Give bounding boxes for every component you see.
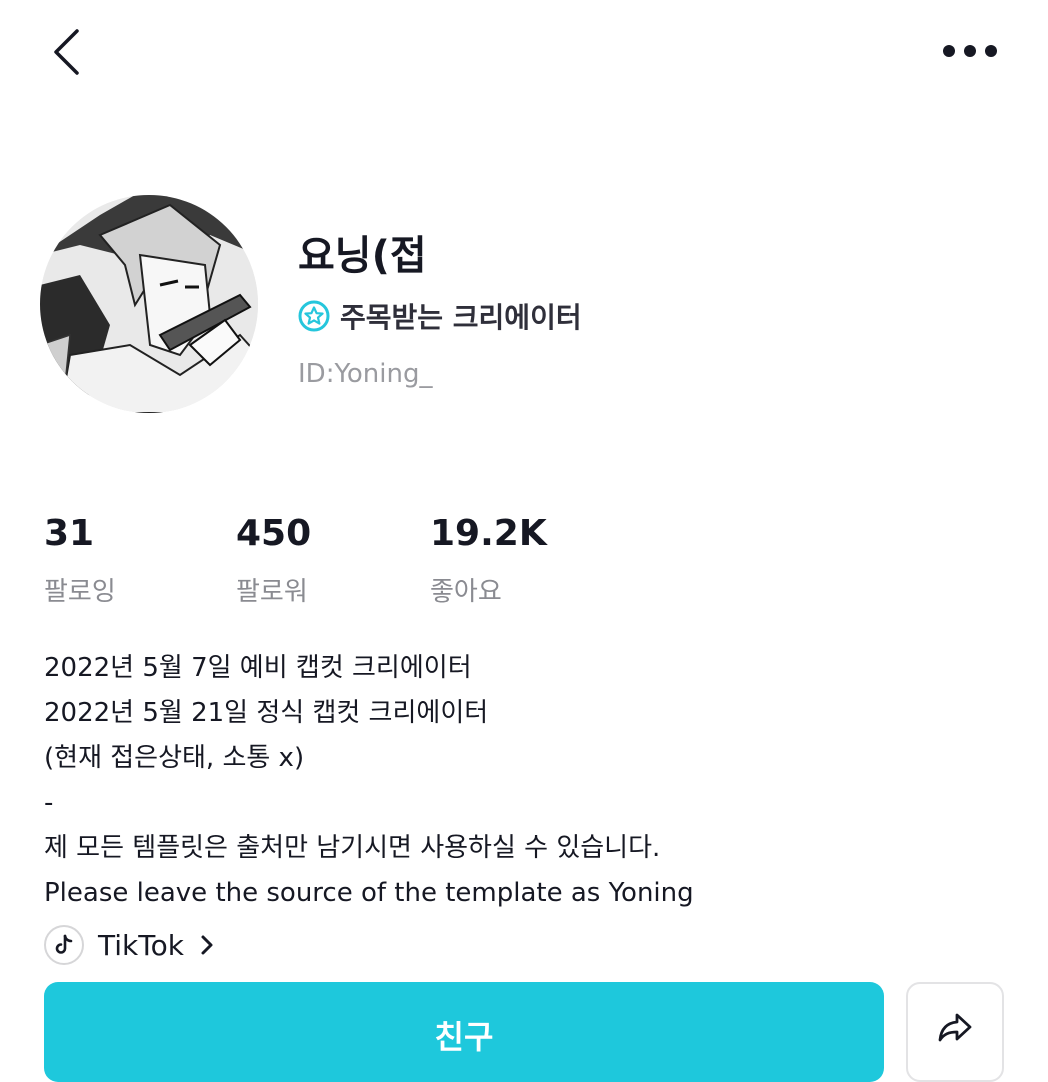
likes-label: 좋아요 <box>430 577 502 607</box>
tiktok-icon <box>44 925 84 965</box>
followers-label: 팔로워 <box>236 577 308 607</box>
friend-button-label: 친구 <box>434 1018 494 1056</box>
following-label: 팔로잉 <box>44 577 116 607</box>
more-horizontal-icon <box>942 43 998 62</box>
back-button[interactable] <box>40 26 92 82</box>
bio-line: - <box>44 788 54 818</box>
profile-name: 요닝(접 <box>298 233 427 279</box>
share-arrow-icon <box>937 1012 973 1080</box>
share-button[interactable] <box>906 982 1004 1082</box>
bio-line: (현재 접은상태, 소통 x) <box>44 743 305 773</box>
followers-count: 450 <box>236 513 312 554</box>
followers-stat[interactable]: 450 팔로워 <box>236 508 311 612</box>
top-bar <box>0 0 1048 110</box>
likes-count: 19.2K <box>430 513 547 554</box>
bio: 2022년 5월 7일 예비 캡컷 크리에이터 2022년 5월 21일 정식 … <box>44 646 1004 916</box>
star-circle-icon <box>298 300 330 332</box>
creator-badge[interactable]: 주목받는 크리에이터 <box>298 294 582 338</box>
following-count: 31 <box>44 513 95 554</box>
bio-line: Please leave the source of the template … <box>44 878 694 908</box>
bio-line: 2022년 5월 21일 정식 캡컷 크리에이터 <box>44 698 489 728</box>
user-id: ID:Yoning_ <box>298 359 433 389</box>
chevron-left-icon <box>51 28 81 80</box>
likes-stat[interactable]: 19.2K 좋아요 <box>430 508 547 612</box>
following-stat[interactable]: 31 팔로잉 <box>44 508 116 612</box>
friend-button[interactable]: 친구 <box>44 982 884 1082</box>
tiktok-link-label: TikTok <box>98 928 184 962</box>
creator-badge-label: 주목받는 크리에이터 <box>340 301 582 334</box>
tiktok-link[interactable]: TikTok <box>44 920 214 970</box>
more-options-button[interactable] <box>930 30 1010 74</box>
bio-line: 제 모든 템플릿은 출처만 남기시면 사용하실 수 있습니다. <box>44 833 661 863</box>
bio-line: 2022년 5월 7일 예비 캡컷 크리에이터 <box>44 653 472 683</box>
avatar[interactable] <box>40 195 258 413</box>
avatar-illustration <box>40 195 258 413</box>
chevron-right-icon <box>200 934 214 956</box>
